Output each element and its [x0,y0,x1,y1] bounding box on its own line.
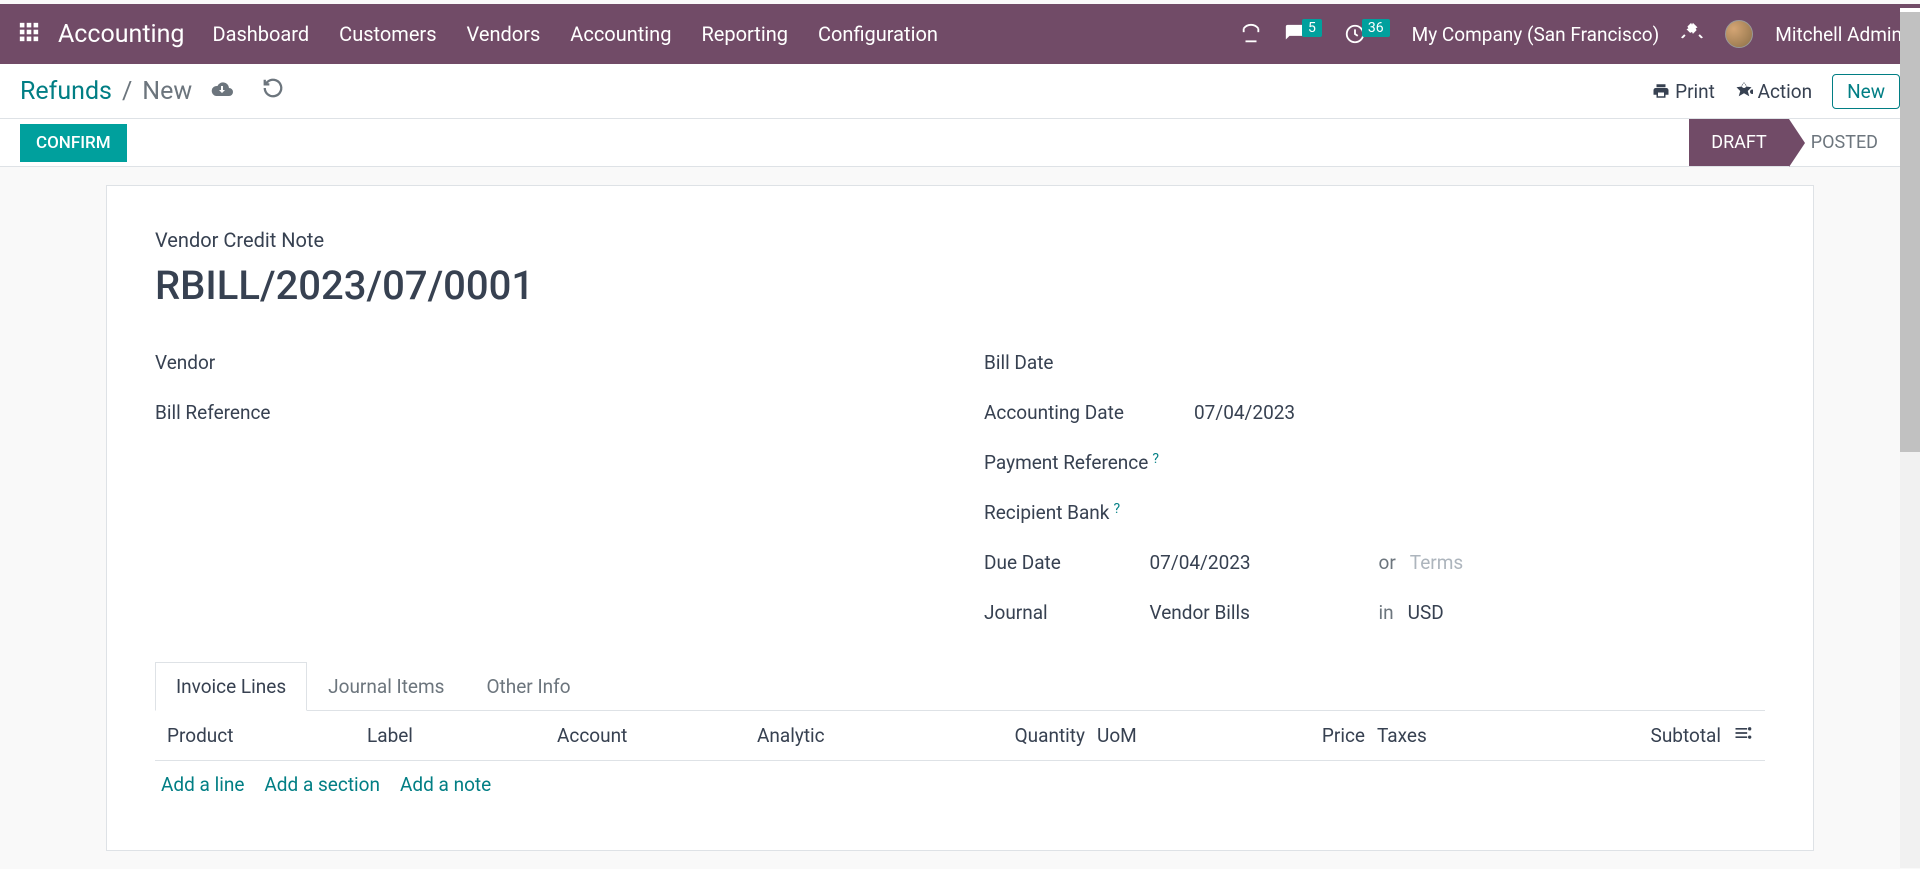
status-draft[interactable]: DRAFT [1689,119,1789,166]
th-quantity: Quantity [991,724,1091,747]
field-journal[interactable]: Vendor Bills in USD [1150,601,1766,624]
field-terms[interactable]: Terms [1410,551,1463,574]
print-button[interactable]: Print [1652,80,1714,103]
field-due-date[interactable]: 07/04/2023 or Terms [1150,551,1766,574]
avatar[interactable] [1725,20,1753,48]
status-posted[interactable]: POSTED [1789,119,1900,166]
phone-icon[interactable] [1240,23,1262,45]
tab-other-info[interactable]: Other Info [465,662,591,711]
scrollbar[interactable] [1900,8,1920,868]
help-icon[interactable]: ? [1113,501,1120,517]
cloud-save-icon[interactable] [210,77,234,105]
th-price: Price [1301,724,1371,747]
menu-customers[interactable]: Customers [339,22,436,46]
label-payment-reference: Payment Reference? [984,451,1194,474]
add-line-link[interactable]: Add a line [161,773,244,796]
menu-dashboard[interactable]: Dashboard [212,22,309,46]
status-bar: CONFIRM DRAFT POSTED [0,119,1920,167]
top-navbar: Accounting Dashboard Customers Vendors A… [0,4,1920,64]
activities-icon[interactable]: 36 [1344,23,1390,45]
company-switcher[interactable]: My Company (San Francisco) [1412,23,1660,46]
breadcrumb-current: New [142,77,192,106]
new-button[interactable]: New [1832,74,1900,109]
activities-badge: 36 [1362,19,1390,37]
label-recipient-bank: Recipient Bank? [984,501,1194,524]
th-analytic: Analytic [751,724,991,747]
label-vendor: Vendor [155,351,365,374]
label-accounting-date: Accounting Date [984,401,1194,424]
tabs: Invoice Lines Journal Items Other Info [155,661,1765,711]
th-taxes: Taxes [1371,724,1591,747]
doc-title: RBILL/2023/07/0001 [155,262,1765,309]
label-bill-date: Bill Date [984,351,1194,374]
menu-accounting[interactable]: Accounting [570,22,671,46]
debug-icon[interactable] [1681,21,1703,48]
menu-vendors[interactable]: Vendors [467,22,541,46]
breadcrumb: Refunds / New [20,77,192,106]
th-label: Label [361,724,551,747]
messages-badge: 5 [1302,19,1322,37]
columns-toggle-icon[interactable] [1727,723,1759,748]
label-bill-reference: Bill Reference [155,401,365,424]
apps-icon[interactable] [18,21,40,47]
breadcrumb-bar: Refunds / New Print Action New [0,64,1920,119]
form-col-right: Bill Date Accounting Date 07/04/2023 Pay… [984,337,1765,637]
breadcrumb-root[interactable]: Refunds [20,77,112,106]
action-button[interactable]: Action [1735,80,1812,103]
form-sheet: Vendor Credit Note RBILL/2023/07/0001 Ve… [106,185,1814,851]
add-section-link[interactable]: Add a section [264,773,380,796]
user-name[interactable]: Mitchell Admin [1775,23,1902,46]
tab-invoice-lines[interactable]: Invoice Lines [155,662,307,711]
app-brand[interactable]: Accounting [58,20,184,49]
th-account: Account [551,724,751,747]
menu-reporting[interactable]: Reporting [701,22,788,46]
scrollbar-thumb[interactable] [1900,12,1920,452]
main-menu: Dashboard Customers Vendors Accounting R… [212,22,1240,46]
menu-configuration[interactable]: Configuration [818,22,938,46]
messages-icon[interactable]: 5 [1284,23,1322,45]
help-icon[interactable]: ? [1152,451,1159,467]
th-subtotal: Subtotal [1591,724,1727,747]
label-journal: Journal [984,601,1150,624]
th-uom: UoM [1091,724,1301,747]
navbar-right: 5 36 My Company (San Francisco) Mitchell… [1240,20,1902,48]
tab-journal-items[interactable]: Journal Items [307,662,465,711]
status-steps: DRAFT POSTED [1689,119,1900,166]
table-header: Product Label Account Analytic Quantity … [155,711,1765,761]
field-currency[interactable]: USD [1408,601,1444,624]
th-product: Product [161,724,361,747]
label-due-date: Due Date [984,551,1150,574]
table-actions-row: Add a line Add a section Add a note [155,761,1765,808]
doc-type: Vendor Credit Note [155,228,1765,252]
invoice-lines-table: Product Label Account Analytic Quantity … [155,711,1765,808]
discard-icon[interactable] [262,77,284,105]
confirm-button[interactable]: CONFIRM [20,124,127,162]
add-note-link[interactable]: Add a note [400,773,491,796]
field-accounting-date[interactable]: 07/04/2023 [1194,401,1295,424]
form-col-left: Vendor Bill Reference [155,337,936,637]
breadcrumb-sep: / [122,77,132,106]
